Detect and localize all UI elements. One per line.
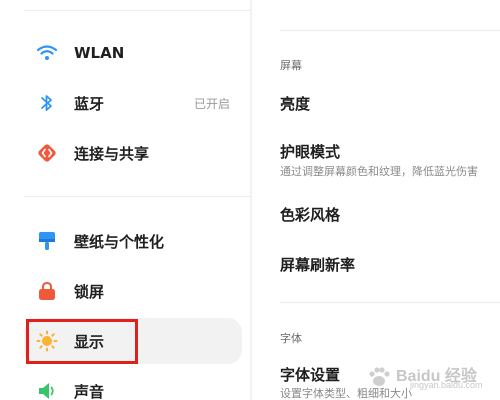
setting-font[interactable]: 字体设置 bbox=[280, 364, 340, 385]
lock-icon bbox=[34, 278, 60, 304]
connection-share-icon bbox=[34, 140, 60, 166]
sidebar-item-wlan[interactable]: WLAN bbox=[24, 30, 242, 76]
sidebar-item-connection-share[interactable]: 连接与共享 bbox=[24, 130, 242, 176]
bluetooth-status: 已开启 bbox=[193, 96, 230, 111]
sidebar-item-bluetooth[interactable]: 蓝牙 已开启 bbox=[24, 80, 242, 126]
sidebar-item-label: 蓝牙 bbox=[74, 94, 105, 113]
sidebar-divider bbox=[24, 196, 250, 197]
sidebar-item-label: 锁屏 bbox=[74, 282, 105, 301]
bluetooth-icon bbox=[34, 90, 60, 116]
setting-eye-care-desc: 通过调整屏幕颜色和纹理，降低蓝光伤害 bbox=[280, 165, 478, 178]
panel-divider-top bbox=[280, 30, 500, 31]
sidebar-item-label: 连接与共享 bbox=[74, 144, 150, 163]
sidebar-item-wallpaper[interactable]: 壁纸与个性化 bbox=[24, 218, 242, 264]
section-title-screen: 屏幕 bbox=[280, 59, 302, 72]
wallpaper-icon bbox=[34, 228, 60, 254]
setting-color-style[interactable]: 色彩风格 bbox=[280, 204, 340, 225]
baidu-jingyan-watermark: Baidu 经验 jingyan.baidu.com bbox=[366, 360, 486, 394]
settings-sidebar: WLAN 蓝牙 已开启 连接与共享 壁纸与个性化 锁屏 显示 声音 bbox=[0, 0, 250, 400]
sidebar-item-sound[interactable]: 声音 bbox=[24, 368, 242, 400]
setting-brightness[interactable]: 亮度 bbox=[280, 93, 310, 114]
highlight-annotation-box bbox=[26, 319, 138, 364]
sidebar-divider-top bbox=[24, 10, 250, 11]
watermark-subtext: jingyan.baidu.com bbox=[410, 380, 483, 390]
section-divider bbox=[280, 302, 500, 303]
display-settings-panel: 屏幕 亮度 护眼模式 通过调整屏幕颜色和纹理，降低蓝光伤害 色彩风格 屏幕刷新率… bbox=[252, 0, 500, 400]
sidebar-item-label: 声音 bbox=[74, 382, 105, 400]
setting-refresh-rate[interactable]: 屏幕刷新率 bbox=[280, 254, 355, 275]
paw-logo-icon bbox=[369, 367, 390, 386]
speaker-icon bbox=[34, 378, 60, 400]
section-title-font: 字体 bbox=[280, 332, 302, 345]
sidebar-item-lockscreen[interactable]: 锁屏 bbox=[24, 268, 242, 314]
setting-eye-care[interactable]: 护眼模式 bbox=[280, 141, 340, 162]
wifi-icon bbox=[34, 40, 60, 66]
sidebar-item-label: 壁纸与个性化 bbox=[74, 232, 165, 251]
sidebar-item-label: WLAN bbox=[74, 44, 125, 62]
